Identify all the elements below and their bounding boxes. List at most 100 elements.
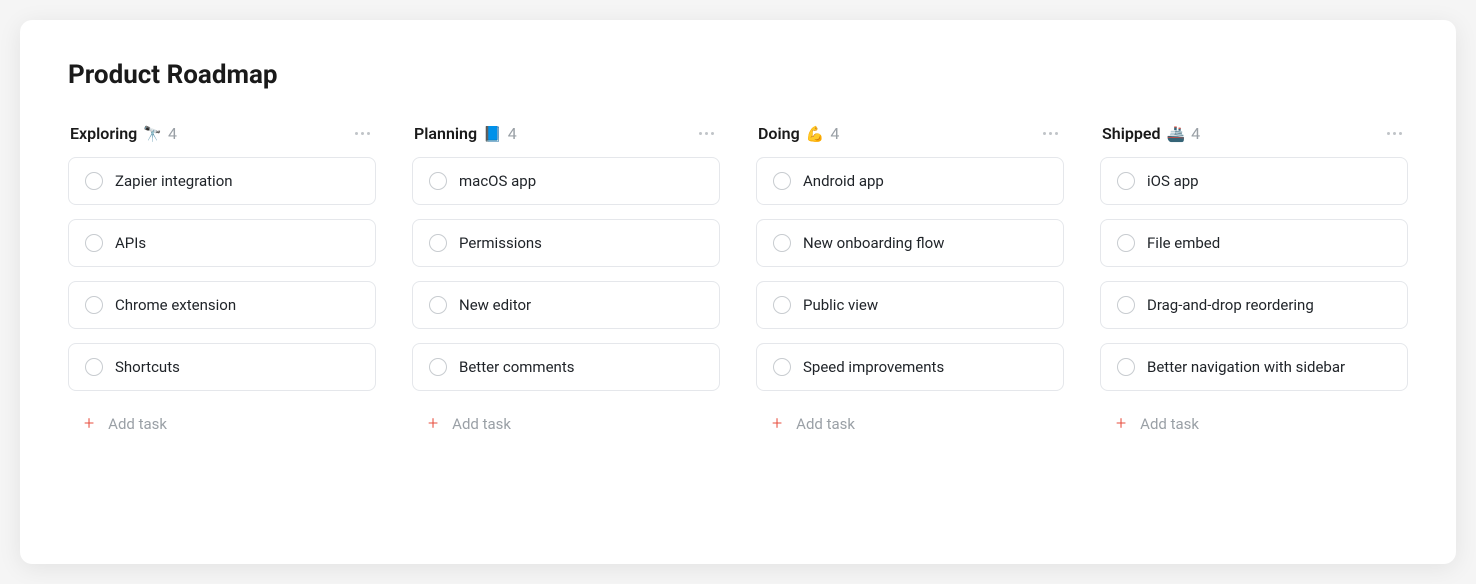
task-checkbox[interactable] bbox=[1117, 296, 1135, 314]
task-card[interactable]: APIs bbox=[68, 219, 376, 267]
task-card[interactable]: New editor bbox=[412, 281, 720, 329]
task-title: New editor bbox=[459, 296, 531, 314]
task-list: iOS app File embed Drag-and-drop reorder… bbox=[1100, 157, 1408, 391]
ship-icon: 🚢 bbox=[1166, 125, 1185, 143]
task-title: APIs bbox=[115, 234, 146, 252]
add-task-button[interactable]: + Add task bbox=[756, 403, 1064, 433]
task-title: Drag-and-drop reordering bbox=[1147, 296, 1314, 314]
plus-icon: + bbox=[772, 415, 782, 433]
add-task-label: Add task bbox=[796, 415, 855, 433]
more-icon bbox=[1049, 132, 1052, 135]
task-checkbox[interactable] bbox=[429, 234, 447, 252]
column-more-button[interactable] bbox=[351, 128, 374, 139]
column-exploring: Exploring 🔭 4 Zapier integration API bbox=[68, 124, 376, 433]
task-checkbox[interactable] bbox=[1117, 358, 1135, 376]
task-title: Android app bbox=[803, 172, 884, 190]
task-title: File embed bbox=[1147, 234, 1220, 252]
telescope-icon: 🔭 bbox=[143, 125, 162, 143]
task-title: Chrome extension bbox=[115, 296, 236, 314]
add-task-button[interactable]: + Add task bbox=[68, 403, 376, 433]
column-count: 4 bbox=[508, 124, 517, 143]
column-header: Planning 📘 4 bbox=[412, 124, 720, 143]
task-card[interactable]: iOS app bbox=[1100, 157, 1408, 205]
task-title: macOS app bbox=[459, 172, 536, 190]
task-card[interactable]: Android app bbox=[756, 157, 1064, 205]
more-icon bbox=[1055, 132, 1058, 135]
task-card[interactable]: macOS app bbox=[412, 157, 720, 205]
add-task-button[interactable]: + Add task bbox=[412, 403, 720, 433]
page-title: Product Roadmap bbox=[68, 60, 1408, 90]
task-checkbox[interactable] bbox=[773, 234, 791, 252]
task-title: Better navigation with sidebar bbox=[1147, 358, 1345, 376]
roadmap-board: Product Roadmap Exploring 🔭 4 Zapi bbox=[20, 20, 1456, 564]
task-card[interactable]: File embed bbox=[1100, 219, 1408, 267]
more-icon bbox=[1393, 132, 1396, 135]
column-doing: Doing 💪 4 Android app New onboarding bbox=[756, 124, 1064, 433]
task-checkbox[interactable] bbox=[85, 234, 103, 252]
plus-icon: + bbox=[84, 415, 94, 433]
task-checkbox[interactable] bbox=[429, 358, 447, 376]
task-checkbox[interactable] bbox=[429, 172, 447, 190]
task-checkbox[interactable] bbox=[85, 358, 103, 376]
task-card[interactable]: Public view bbox=[756, 281, 1064, 329]
more-icon bbox=[361, 132, 364, 135]
task-card[interactable]: Speed improvements bbox=[756, 343, 1064, 391]
task-checkbox[interactable] bbox=[773, 296, 791, 314]
column-shipped: Shipped 🚢 4 iOS app File embed bbox=[1100, 124, 1408, 433]
task-title: New onboarding flow bbox=[803, 234, 944, 252]
column-planning: Planning 📘 4 macOS app Permissions bbox=[412, 124, 720, 433]
column-title-group: Doing 💪 4 bbox=[758, 124, 839, 143]
more-icon bbox=[711, 132, 714, 135]
task-card[interactable]: New onboarding flow bbox=[756, 219, 1064, 267]
more-icon bbox=[705, 132, 708, 135]
column-header: Shipped 🚢 4 bbox=[1100, 124, 1408, 143]
book-icon: 📘 bbox=[483, 125, 502, 143]
task-checkbox[interactable] bbox=[773, 172, 791, 190]
column-title: Doing bbox=[758, 124, 800, 143]
more-icon bbox=[367, 132, 370, 135]
task-card[interactable]: Zapier integration bbox=[68, 157, 376, 205]
task-checkbox[interactable] bbox=[1117, 234, 1135, 252]
task-checkbox[interactable] bbox=[85, 172, 103, 190]
column-title: Exploring bbox=[70, 124, 137, 143]
column-count: 4 bbox=[830, 124, 839, 143]
column-count: 4 bbox=[1191, 124, 1200, 143]
column-title-group: Shipped 🚢 4 bbox=[1102, 124, 1200, 143]
column-more-button[interactable] bbox=[695, 128, 718, 139]
column-title-group: Exploring 🔭 4 bbox=[70, 124, 177, 143]
task-checkbox[interactable] bbox=[1117, 172, 1135, 190]
task-card[interactable]: Drag-and-drop reordering bbox=[1100, 281, 1408, 329]
column-title: Shipped bbox=[1102, 124, 1160, 143]
more-icon bbox=[1387, 132, 1390, 135]
task-title: Zapier integration bbox=[115, 172, 233, 190]
add-task-label: Add task bbox=[452, 415, 511, 433]
plus-icon: + bbox=[1116, 415, 1126, 433]
task-card[interactable]: Permissions bbox=[412, 219, 720, 267]
column-header: Exploring 🔭 4 bbox=[68, 124, 376, 143]
task-title: iOS app bbox=[1147, 172, 1199, 190]
more-icon bbox=[1399, 132, 1402, 135]
columns-row: Exploring 🔭 4 Zapier integration API bbox=[68, 124, 1408, 433]
task-title: Permissions bbox=[459, 234, 542, 252]
more-icon bbox=[355, 132, 358, 135]
task-checkbox[interactable] bbox=[773, 358, 791, 376]
column-more-button[interactable] bbox=[1039, 128, 1062, 139]
task-list: Android app New onboarding flow Public v… bbox=[756, 157, 1064, 391]
task-checkbox[interactable] bbox=[429, 296, 447, 314]
add-task-label: Add task bbox=[108, 415, 167, 433]
task-card[interactable]: Better comments bbox=[412, 343, 720, 391]
column-count: 4 bbox=[168, 124, 177, 143]
column-title-group: Planning 📘 4 bbox=[414, 124, 517, 143]
task-card[interactable]: Better navigation with sidebar bbox=[1100, 343, 1408, 391]
column-more-button[interactable] bbox=[1383, 128, 1406, 139]
add-task-button[interactable]: + Add task bbox=[1100, 403, 1408, 433]
task-list: macOS app Permissions New editor Better … bbox=[412, 157, 720, 391]
add-task-label: Add task bbox=[1140, 415, 1199, 433]
task-checkbox[interactable] bbox=[85, 296, 103, 314]
column-header: Doing 💪 4 bbox=[756, 124, 1064, 143]
task-card[interactable]: Shortcuts bbox=[68, 343, 376, 391]
task-title: Shortcuts bbox=[115, 358, 180, 376]
flex-icon: 💪 bbox=[806, 125, 825, 143]
task-title: Public view bbox=[803, 296, 878, 314]
task-card[interactable]: Chrome extension bbox=[68, 281, 376, 329]
